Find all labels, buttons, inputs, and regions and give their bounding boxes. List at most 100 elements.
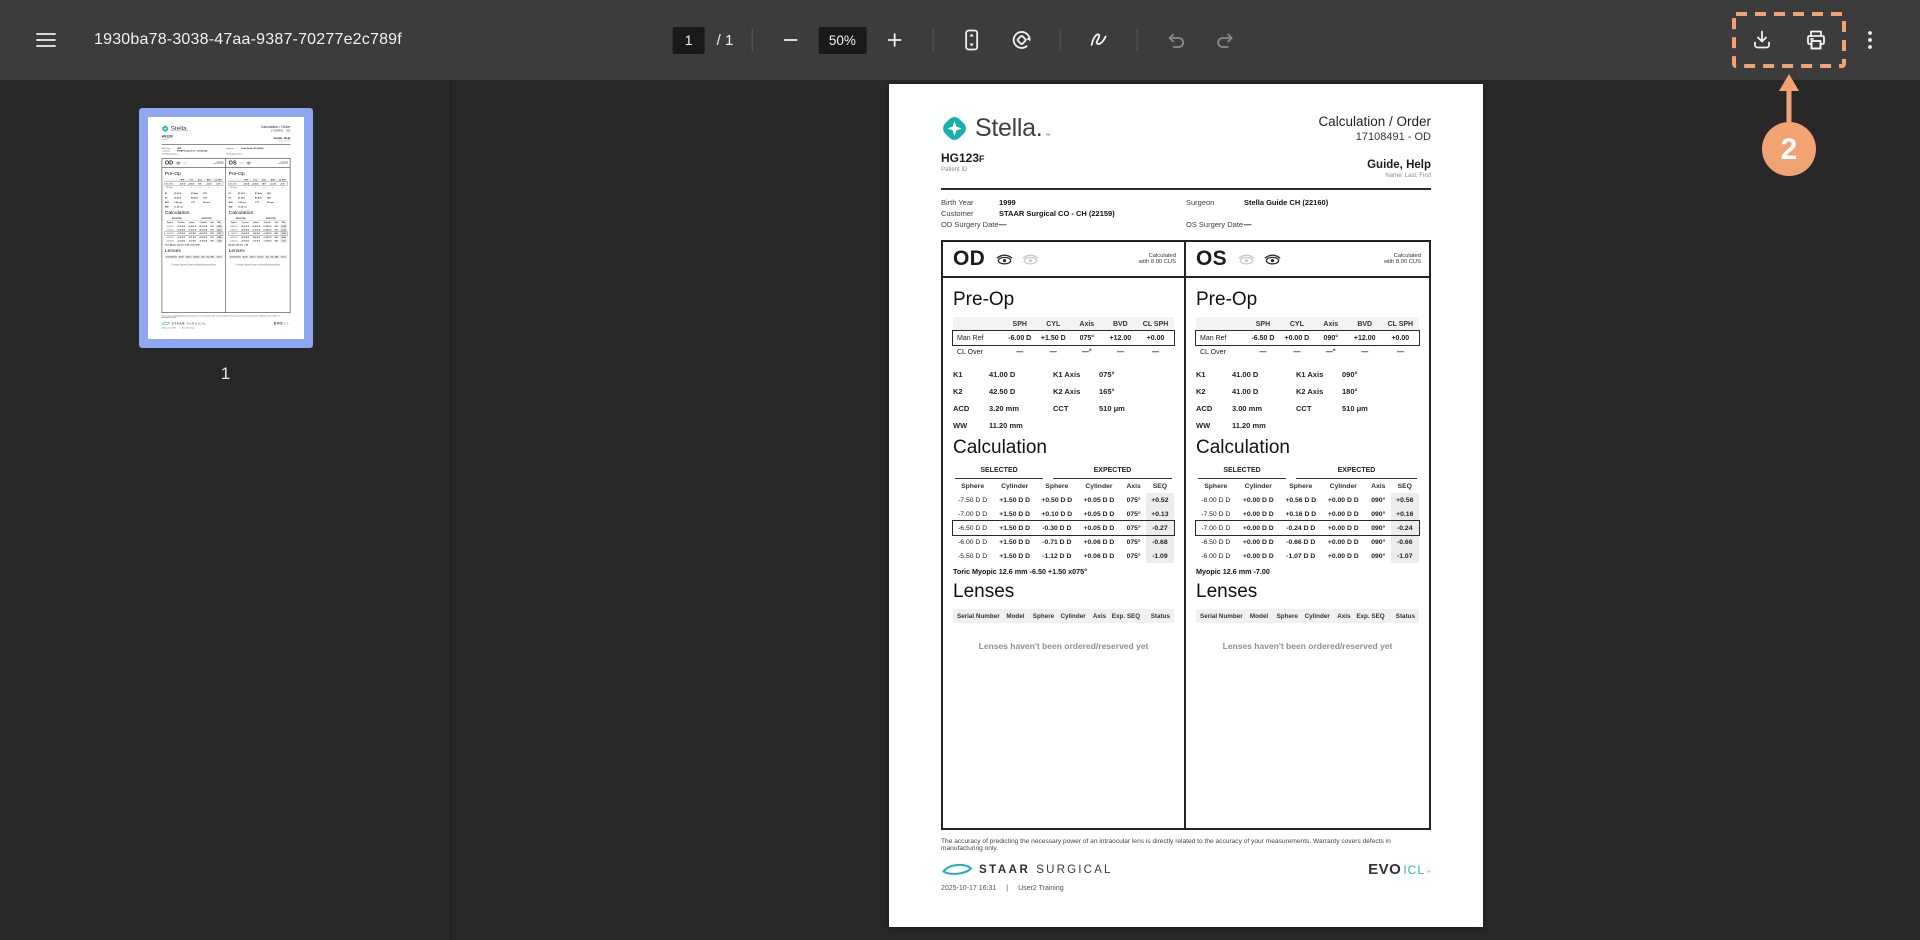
calc-cell: -6.50 D D: [953, 521, 992, 535]
lenses-header-cell: Sphere: [1030, 609, 1057, 623]
k-label: K2 Axis: [254, 196, 266, 199]
calculation-title: Calculation: [164, 210, 222, 216]
lenses-empty-message: Lenses haven't been ordered/reserved yet: [953, 641, 1174, 651]
eye-icon: [1262, 253, 1283, 265]
calc-group-label: EXPECTED: [1296, 467, 1417, 479]
pdf-viewer-toolbar: 1930ba78-3038-47aa-9387-70277e2c789f / 1…: [0, 0, 1920, 80]
download-button[interactable]: [1740, 20, 1784, 60]
annotate-button[interactable]: [1076, 20, 1120, 60]
eye-label: OD: [953, 247, 985, 271]
lenses-header-cell: Exp. SEQ: [206, 255, 214, 259]
preop-cell: —: [1137, 345, 1174, 359]
evo-icl-logo: EVO ICL ™: [1368, 861, 1431, 878]
lenses-header-row: Serial NumberModelSphereCylinderAxisExp.…: [1196, 609, 1419, 623]
lenses-empty-message: Lenses haven't been ordered/reserved yet: [1196, 641, 1419, 651]
calc-cell: -6.50 D D: [1196, 535, 1236, 549]
calc-header-cell: Axis: [1121, 479, 1145, 493]
menu-button[interactable]: [24, 20, 68, 60]
calc-cell: -0.71 D D: [1037, 535, 1076, 549]
preop-cell: Man Ref: [953, 331, 1003, 345]
page-thumbnail[interactable]: Stella. ™ HG123F Patient ID Calculation …: [139, 108, 313, 348]
calc-cell: -1.09: [1146, 549, 1174, 563]
info-row: SurgeonStella Guide CH (22160): [1186, 197, 1431, 208]
lenses-empty-message: Lenses haven't been ordered/reserved yet: [228, 263, 287, 266]
stamp-timestamp: 2025-10-17 16:31: [941, 885, 996, 892]
print-icon: [1804, 28, 1828, 52]
zoom-out-button[interactable]: [768, 20, 812, 60]
k-value: 41.00 D: [238, 192, 255, 195]
print-button[interactable]: [1794, 20, 1838, 60]
info-label: OD Surgery Date: [161, 152, 176, 155]
zoom-in-button[interactable]: [872, 20, 916, 60]
staar-logo-text-bold: STAAR: [171, 322, 184, 325]
preop-row: CL Over———°——: [1196, 345, 1419, 359]
eye-panel-od: OD Calculated with 8.00 CUSPre-OpSPHCYLA…: [161, 158, 225, 313]
zoom-level[interactable]: 50%: [818, 27, 866, 54]
info-row: CustomerSTAAR Surgical CO - CH (22159): [941, 208, 1186, 219]
calc-cell: 075°: [1121, 521, 1145, 535]
k-label: WW: [1196, 420, 1232, 432]
k-label: [254, 205, 266, 208]
preop-cell: +12.00: [1348, 331, 1382, 345]
info-value: —: [1244, 219, 1252, 230]
lenses-header-cell: Exp. SEQ: [1110, 609, 1142, 623]
k-value: 11.20 mm: [238, 205, 255, 208]
patient-name: Guide, Help: [1318, 159, 1431, 171]
calc-row: -7.00 D D+1.50 D D+0.10 D D+0.05 D D075°…: [953, 507, 1174, 521]
preop-title: Pre-Op: [953, 289, 1174, 311]
preop-cell: +1.50 D: [1037, 331, 1071, 345]
preop-header-cell: [1196, 317, 1246, 331]
download-icon: [1750, 28, 1774, 52]
staar-logo-text-light: SURGICAL: [186, 322, 206, 325]
undo-button[interactable]: [1153, 20, 1197, 60]
page-number-input[interactable]: [673, 27, 705, 54]
icl-trademark: ™: [289, 323, 290, 325]
lenses-header-cell: Status: [1387, 609, 1419, 623]
more-vert-icon: [1861, 30, 1879, 50]
k-label: ACD: [228, 201, 237, 204]
staar-eye-icon: [941, 862, 973, 877]
calc-cell: -1.07: [279, 239, 286, 243]
lens-summary: Myopic 12.6 mm -7.00: [228, 244, 287, 246]
calc-header-row: SphereCylinderSphereCylinderAxisSEQ: [953, 479, 1174, 493]
eye-label: OS: [228, 160, 236, 166]
stella-logo-icon: [941, 115, 968, 142]
print-stamp: 2025-10-17 16:31 | User2 Training: [941, 885, 1431, 892]
calc-cell: -0.68: [1146, 535, 1174, 549]
preop-cell: —: [177, 186, 186, 190]
calc-row: -6.50 D D+0.00 D D-0.66 D D+0.00 D D090°…: [1196, 535, 1419, 549]
preop-row: CL Over———°——: [953, 345, 1174, 359]
k-value: 510 μm: [1099, 403, 1174, 415]
calc-cell: -0.30 D D: [1037, 521, 1076, 535]
k-label: [1053, 420, 1099, 432]
more-options-button[interactable]: [1848, 20, 1892, 60]
preop-row: Man Ref-6.50 D+0.00 D090°+12.00+0.00: [1196, 331, 1419, 345]
preop-cell: CL Over: [164, 186, 177, 190]
k-value: 510 μm: [1342, 403, 1419, 415]
calc-header-cell: Sphere: [1037, 479, 1076, 493]
preop-cell: +0.00: [1382, 331, 1419, 345]
rotate-button[interactable]: [999, 20, 1043, 60]
stamp-separator: |: [1006, 885, 1008, 892]
print-stamp: 2025-10-17 16:31 | User2 Training: [161, 327, 290, 329]
lenses-table: Serial NumberModelSphereCylinderAxisExp.…: [953, 609, 1174, 623]
preop-header-cell: CYL: [1280, 317, 1314, 331]
patient-name-label: Name: Last, First: [1318, 173, 1431, 179]
thumbnail-sidebar: Stella. ™ HG123F Patient ID Calculation …: [0, 80, 452, 940]
lenses-empty-message: Lenses haven't been ordered/reserved yet: [164, 263, 222, 266]
calc-cell: -0.66: [1391, 535, 1419, 549]
k-value: [1342, 420, 1419, 432]
stamp-user: User2 Training: [181, 327, 193, 329]
k-label: K2: [953, 386, 989, 398]
lenses-header-cell: Sphere: [249, 255, 256, 259]
preop-cell: +0.00 D: [1280, 331, 1314, 345]
calc-cell: +0.16 D D: [1281, 507, 1321, 521]
calc-group-label: SELECTED: [1198, 467, 1286, 479]
k-value: 090°: [267, 192, 287, 195]
calc-row: -6.00 D D+0.00 D D-1.07 D D+0.00 D D090°…: [1196, 549, 1419, 563]
redo-button[interactable]: [1203, 20, 1247, 60]
fit-page-button[interactable]: [949, 20, 993, 60]
staar-logo-text-light: SURGICAL: [1036, 864, 1112, 876]
calc-cell: +0.05 D D: [1076, 507, 1121, 521]
info-value: STAAR Surgical CO - CH (22159): [999, 208, 1115, 219]
